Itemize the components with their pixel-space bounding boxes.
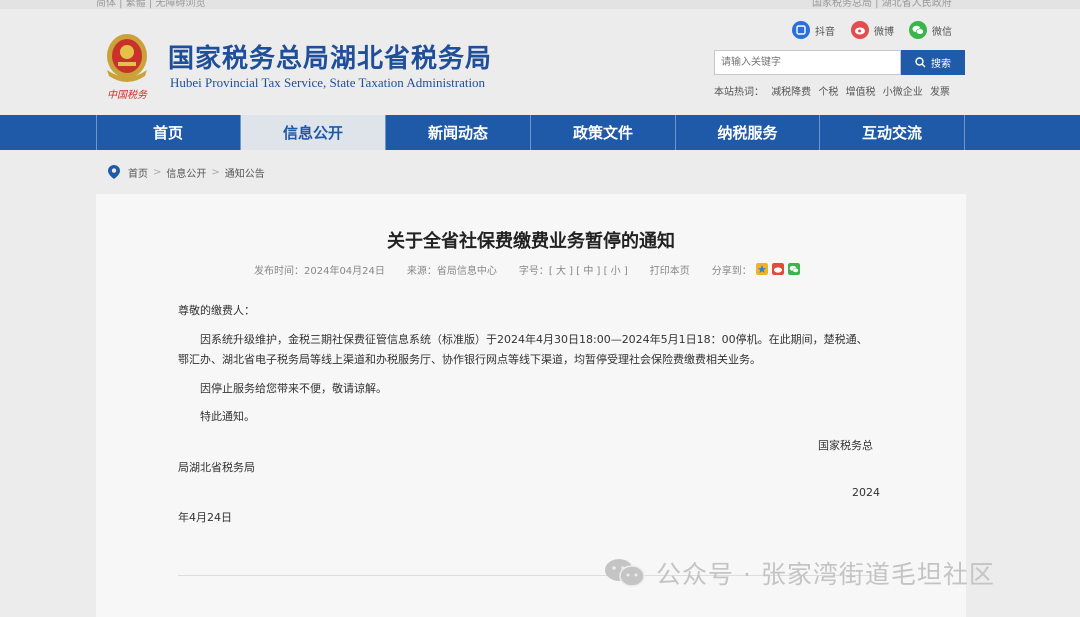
print-page-link[interactable]: 打印本页 bbox=[650, 262, 690, 277]
paragraph: 特此通知。 bbox=[200, 410, 255, 423]
tax-emblem-logo[interactable]: 中国税务 bbox=[98, 28, 156, 102]
nav-item-policy[interactable]: 政策文件 bbox=[531, 115, 675, 150]
weibo-label: 微博 bbox=[874, 26, 894, 38]
search-button[interactable]: 搜索 bbox=[901, 50, 965, 75]
article-meta: 发布时间： 2024年04月24日 来源： 省局信息中心 字号： [ 大 ] [… bbox=[254, 262, 800, 277]
site-subtitle: Hubei Provincial Tax Service, State Taxa… bbox=[170, 75, 486, 90]
nav-item-news[interactable]: 新闻动态 bbox=[386, 115, 530, 150]
nav-divider bbox=[240, 115, 241, 150]
wechat-icon bbox=[605, 559, 645, 587]
breadcrumb-home[interactable]: 首页 bbox=[128, 165, 148, 180]
paragraph-line: 鄂汇办、湖北省电子税务局等线上渠道和办税服务厅、协作银行网点等线下渠道，均暂停受… bbox=[178, 353, 761, 366]
share-label: 分享到： bbox=[711, 265, 752, 277]
nav-divider bbox=[385, 115, 386, 150]
nav-divider bbox=[675, 115, 676, 150]
top-strip-left[interactable]: 简体 | 繁體 | 无障碍浏览 bbox=[96, 0, 205, 9]
weibo-icon bbox=[851, 21, 869, 39]
hot-term[interactable]: 减税降费 bbox=[771, 87, 811, 98]
source-value: 省局信息中心 bbox=[436, 265, 497, 277]
weixin-link[interactable]: 微信 bbox=[909, 20, 952, 40]
breadcrumb-separator: > bbox=[153, 166, 162, 178]
search-icon bbox=[915, 57, 926, 68]
nav-divider bbox=[964, 115, 965, 150]
publish-date: 2024年04月24日 bbox=[304, 265, 385, 277]
nav-divider bbox=[96, 115, 97, 150]
article-panel: 关于全省社保费缴费业务暂停的通知 发布时间： 2024年04月24日 来源： 省… bbox=[96, 194, 966, 617]
paragraph-line: 因系统升级维护，金税三期社保费征管信息系统（标准版）于2024年4月30日18:… bbox=[200, 333, 868, 346]
search-input[interactable] bbox=[714, 50, 901, 75]
nav-divider bbox=[819, 115, 820, 150]
top-strip-right[interactable]: 国家税务总局 | 湖北省人民政府 bbox=[812, 0, 952, 9]
location-pin-icon bbox=[108, 165, 120, 179]
font-size-label: 字号： bbox=[518, 265, 549, 277]
watermark-text: 公众号 · 张家湾街道毛坦社区 bbox=[656, 560, 995, 589]
breadcrumb-info-disclosure[interactable]: 信息公开 bbox=[166, 165, 206, 180]
wechat-share-icon[interactable] bbox=[787, 263, 800, 275]
search-button-label: 搜索 bbox=[931, 59, 951, 70]
breadcrumb-notices[interactable]: 通知公告 bbox=[225, 165, 265, 180]
font-size-options[interactable]: [ 大 ] [ 中 ] [ 小 ] bbox=[549, 262, 628, 277]
hot-term[interactable]: 小微企业 bbox=[883, 87, 923, 98]
signature-line: 局湖北省税务局 bbox=[178, 461, 255, 474]
hot-term[interactable]: 增值税 bbox=[846, 87, 876, 98]
watermark: 公众号 · 张家湾街道毛坦社区 bbox=[604, 556, 995, 590]
weixin-icon bbox=[909, 21, 927, 39]
weixin-label: 微信 bbox=[932, 26, 952, 38]
hot-terms-label: 本站热词： bbox=[714, 87, 764, 98]
weibo-link[interactable]: 微博 bbox=[851, 20, 894, 40]
douyin-icon bbox=[792, 21, 810, 39]
douyin-link[interactable]: 抖音 bbox=[792, 20, 835, 40]
source-label: 来源： bbox=[406, 265, 437, 277]
douyin-label: 抖音 bbox=[815, 26, 835, 38]
paragraph: 因停止服务给您带来不便，敬请谅解。 bbox=[200, 382, 387, 395]
nav-item-info-disclosure[interactable]: 信息公开 bbox=[241, 115, 385, 150]
hot-terms: 本站热词： 减税降费 个税 增值税 小微企业 发票 bbox=[714, 83, 954, 98]
main-nav: 首页 信息公开 新闻动态 政策文件 纳税服务 互动交流 bbox=[0, 115, 1080, 150]
breadcrumb: 首页 > 信息公开 > 通知公告 bbox=[108, 164, 265, 180]
hot-term[interactable]: 个税 bbox=[818, 87, 838, 98]
top-strip: 简体 | 繁體 | 无障碍浏览 国家税务总局 | 湖北省人民政府 bbox=[0, 0, 1080, 9]
nav-item-interaction[interactable]: 互动交流 bbox=[820, 115, 964, 150]
hot-term[interactable]: 发票 bbox=[930, 87, 950, 98]
logo-text: 中国税务 bbox=[107, 89, 148, 101]
publish-date-label: 发布时间： bbox=[254, 265, 304, 277]
qzone-share-icon[interactable] bbox=[755, 263, 768, 275]
date-line: 年4月24日 bbox=[178, 511, 232, 524]
greeting: 尊敬的缴费人： bbox=[178, 304, 255, 317]
date-line: 2024 bbox=[852, 486, 880, 499]
nav-item-tax-service[interactable]: 纳税服务 bbox=[676, 115, 819, 150]
article-title: 关于全省社保费缴费业务暂停的通知 bbox=[387, 231, 675, 252]
nav-divider bbox=[530, 115, 531, 150]
breadcrumb-separator: > bbox=[211, 166, 220, 178]
signature-line: 国家税务总 bbox=[818, 439, 873, 452]
nav-item-home[interactable]: 首页 bbox=[96, 115, 240, 150]
weibo-share-icon[interactable] bbox=[771, 263, 784, 275]
site-title: 国家税务总局湖北省税务局 bbox=[168, 44, 493, 74]
